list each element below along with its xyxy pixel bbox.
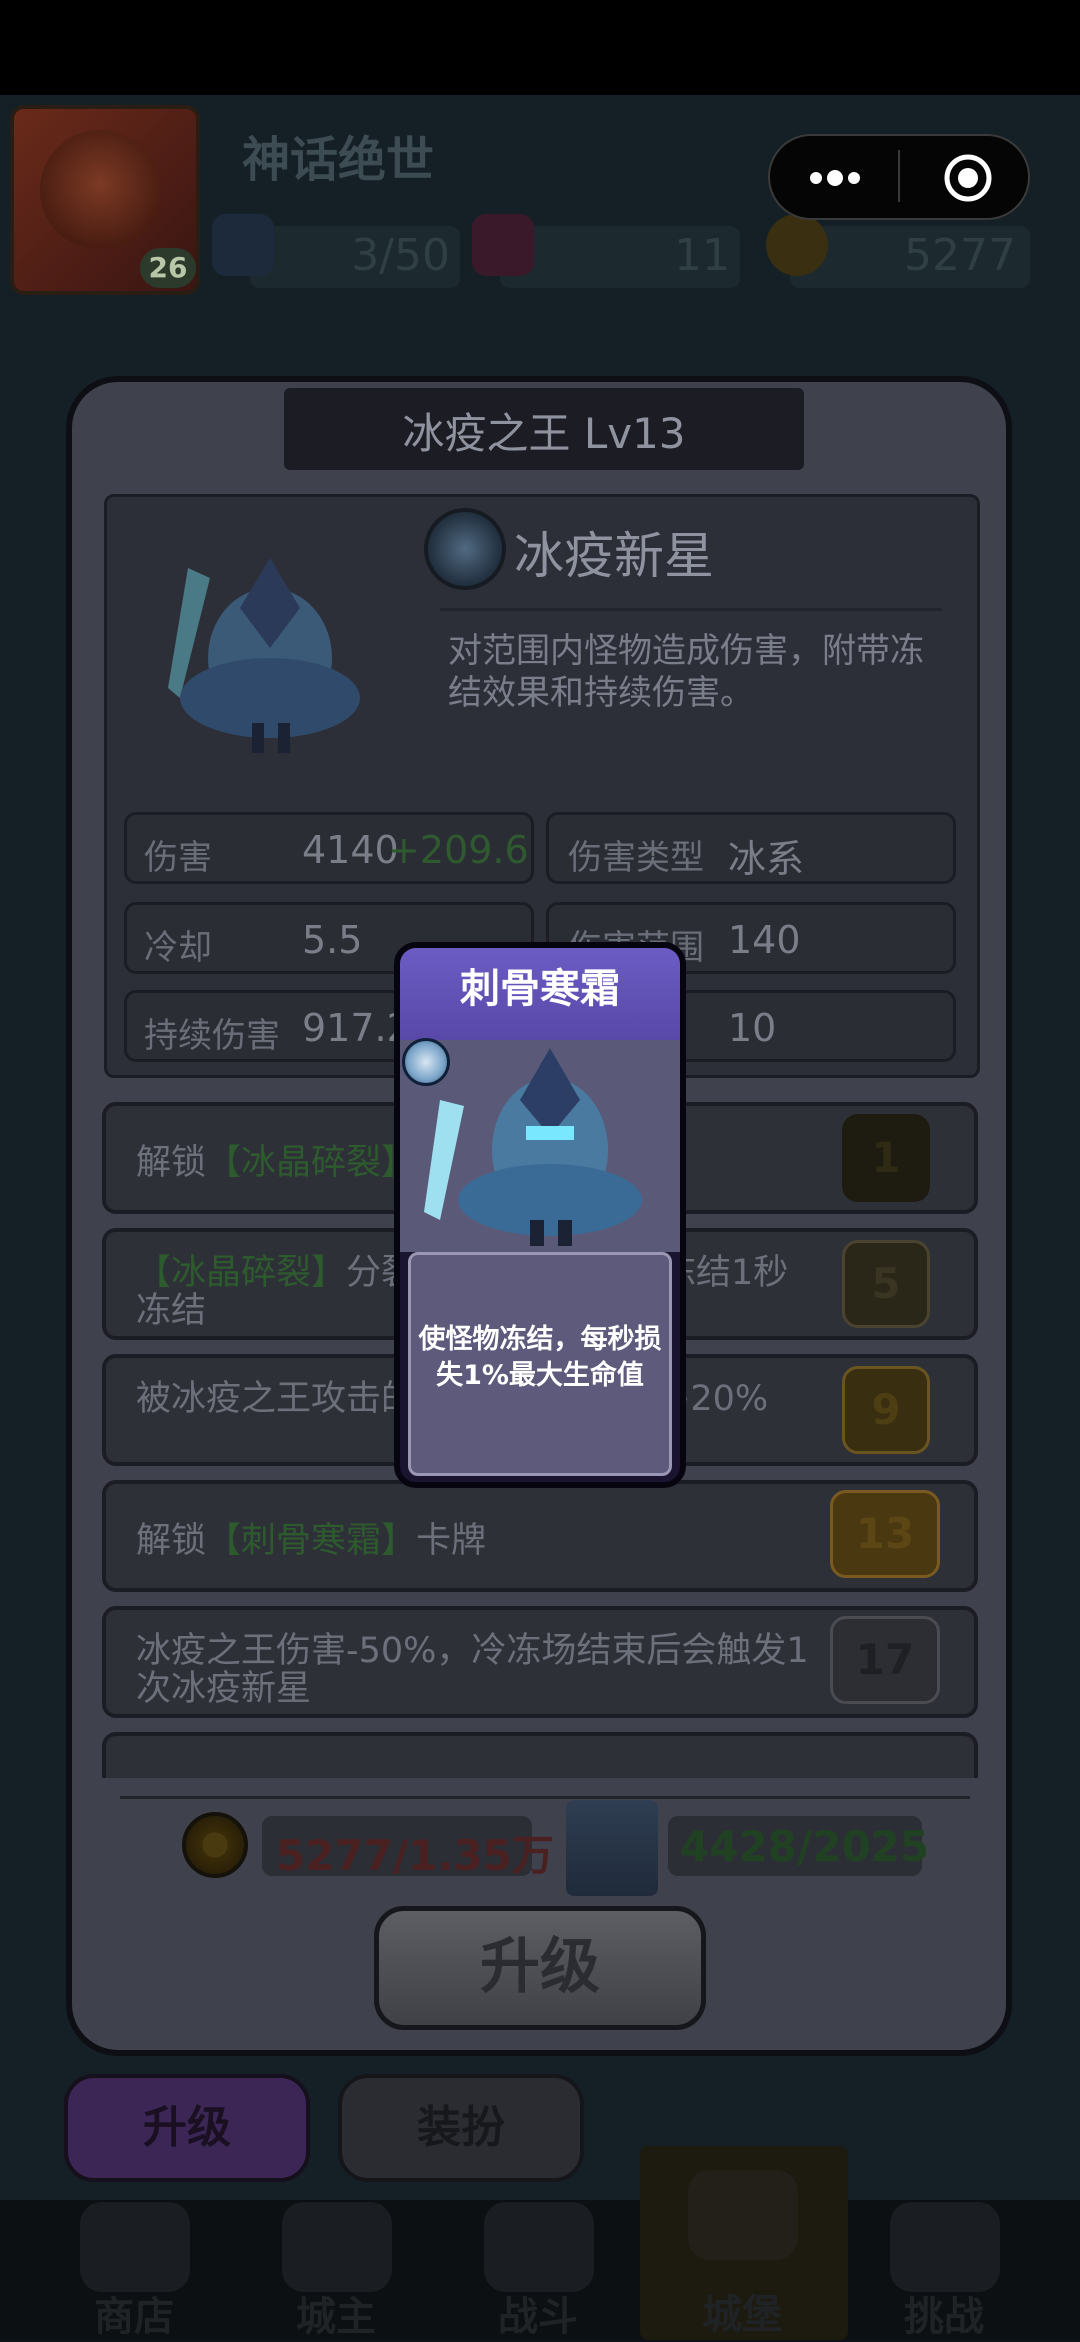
stat-bonus: +209.6 bbox=[388, 828, 529, 872]
more-icon[interactable] bbox=[806, 168, 864, 188]
gem-icon[interactable] bbox=[472, 214, 534, 276]
stat-value: 10 bbox=[728, 1006, 777, 1050]
ice-emblem-icon bbox=[402, 1038, 450, 1086]
level-badge: 5 bbox=[842, 1240, 930, 1328]
card-description: 使怪物冻结，每秒损失1%最大生命值 bbox=[418, 1324, 662, 1391]
stat-label: 持续伤害 bbox=[144, 1016, 280, 1056]
player-level-badge: 26 bbox=[140, 248, 196, 288]
card-title: 刺骨寒霜 bbox=[460, 966, 620, 1012]
hero-shard-icon bbox=[566, 1800, 658, 1896]
level-badge: 1 bbox=[842, 1114, 930, 1202]
level-badge: 9 bbox=[842, 1366, 930, 1454]
coin-icon bbox=[182, 1812, 248, 1878]
upgrade-button[interactable]: 升级 bbox=[374, 1906, 706, 2030]
stat-value: 5.5 bbox=[302, 918, 363, 962]
stat-value: 冰系 bbox=[728, 837, 805, 881]
tab-upgrade[interactable]: 升级 bbox=[64, 2074, 310, 2182]
stamina-value: 3/50 bbox=[351, 230, 450, 281]
milestone-row-partial bbox=[102, 1732, 978, 1778]
nav-shop[interactable]: 商店 bbox=[44, 2284, 224, 2342]
skill-name: 冰疫新星 bbox=[514, 527, 714, 585]
ice-nova-icon bbox=[424, 508, 506, 590]
skill-description: 对范围内怪物造成伤害，附带冻结效果和持续伤害。 bbox=[448, 631, 924, 713]
close-target-icon[interactable] bbox=[942, 152, 994, 204]
avatar-portrait bbox=[40, 130, 160, 250]
divider bbox=[440, 608, 942, 611]
coin-icon[interactable] bbox=[766, 214, 828, 276]
hero-portrait bbox=[140, 548, 390, 768]
nav-challenge[interactable]: 挑战 bbox=[854, 2284, 1034, 2342]
dialog-title: 冰疫之王 Lv13 bbox=[402, 409, 686, 458]
stat-label: 伤害 bbox=[144, 838, 212, 878]
gems-value: 11 bbox=[674, 230, 730, 281]
stat-label: 伤害类型 bbox=[568, 838, 704, 878]
player-name: 神话绝世 bbox=[242, 132, 435, 188]
challenge-icon bbox=[890, 2202, 1000, 2292]
milestone-text: 冰疫之王伤害-50%，冷冻场结束后会触发1次冰疫新星 bbox=[136, 1631, 809, 1709]
divider bbox=[120, 1796, 970, 1799]
swords-icon bbox=[484, 2202, 594, 2292]
stat-value: 4140 bbox=[302, 828, 399, 872]
stat-value: 140 bbox=[728, 918, 801, 962]
level-badge: 13 bbox=[830, 1490, 940, 1578]
nav-lord[interactable]: 城主 bbox=[246, 2284, 426, 2342]
castle-icon bbox=[688, 2170, 798, 2260]
status-bar bbox=[0, 0, 1080, 95]
tab-dress[interactable]: 装扮 bbox=[338, 2074, 584, 2182]
nav-castle[interactable]: 城堡 bbox=[652, 2282, 832, 2340]
stat-label: 冷却 bbox=[144, 928, 212, 968]
crown-icon bbox=[282, 2202, 392, 2292]
coin-cost: 5277/1.35万 bbox=[276, 1831, 554, 1880]
lightning-icon[interactable] bbox=[212, 214, 274, 276]
capsule-divider bbox=[898, 150, 900, 202]
level-badge: 17 bbox=[830, 1616, 940, 1704]
shop-icon bbox=[80, 2202, 190, 2292]
milestone-text: 解锁【刺骨寒霜】卡牌 bbox=[136, 1521, 487, 1561]
shard-cost: 4428/2025 bbox=[680, 1822, 930, 1871]
coins-value: 5277 bbox=[904, 230, 1016, 281]
nav-battle[interactable]: 战斗 bbox=[448, 2284, 628, 2342]
